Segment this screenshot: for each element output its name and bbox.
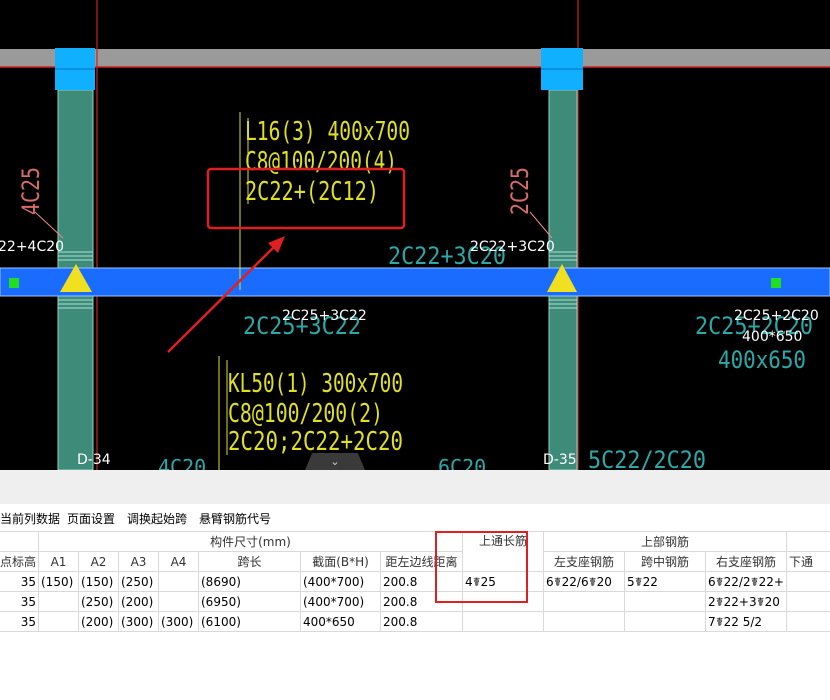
- cell[interactable]: [624, 591, 706, 612]
- table-row[interactable]: 35 (200) (300) (300) (6100) 400*650 200.…: [0, 611, 830, 632]
- cell[interactable]: [158, 571, 199, 592]
- cell[interactable]: [786, 591, 830, 612]
- cell[interactable]: [158, 591, 199, 612]
- cad-drawing: L16(3) 400x700 C8@100/200(4) 2C22+(2C12)…: [0, 0, 830, 470]
- col-right-support: 右支座钢筋: [705, 551, 787, 572]
- cell[interactable]: 200.8: [380, 591, 463, 612]
- header-component-size: 构件尺寸(mm): [38, 531, 463, 552]
- cell[interactable]: 35: [0, 591, 39, 612]
- cell[interactable]: 35: [0, 571, 39, 592]
- bottom-mid2-label: 6C20: [438, 455, 486, 470]
- col-a3: A3: [118, 551, 159, 572]
- cell[interactable]: 200.8: [380, 611, 463, 632]
- cell[interactable]: (6950): [198, 591, 301, 612]
- beam-bottom-line1: KL50(1) 300x700: [228, 369, 403, 399]
- cell[interactable]: (6100): [198, 611, 301, 632]
- axis-left-label: D-34: [77, 452, 111, 468]
- beam-top-line3: 2C22+(2C12): [245, 177, 379, 207]
- left-vertical-label: 4C25: [17, 167, 45, 215]
- col-section: 截面(B*H): [300, 551, 381, 572]
- cell[interactable]: [38, 591, 79, 612]
- beam-top-line2: C8@100/200(4): [245, 147, 397, 177]
- cell-top-through[interactable]: [462, 611, 544, 632]
- cell[interactable]: (250): [78, 591, 119, 612]
- rebar-table: 构件尺寸(mm) 上通长筋 上部钢筋 点标高 A1 A2 A3 A4 跨长 截面…: [0, 531, 830, 632]
- cell[interactable]: [543, 611, 625, 632]
- right-section-label: 400*650: [742, 329, 802, 345]
- cad-drawing-canvas[interactable]: L16(3) 400x700 C8@100/200(4) 2C22+(2C12)…: [0, 0, 830, 470]
- col-span-length: 跨长: [198, 551, 301, 572]
- header-blank-b: [786, 531, 830, 552]
- cell[interactable]: (200): [78, 611, 119, 632]
- toolbar-page-settings[interactable]: 页面设置: [67, 510, 115, 527]
- gray-beam-band: [0, 49, 830, 67]
- cell[interactable]: (8690): [198, 571, 301, 592]
- cell[interactable]: 6☤22/2☤22+: [705, 571, 787, 592]
- cell[interactable]: [543, 591, 625, 612]
- cell[interactable]: 7☤22 5/2: [705, 611, 787, 632]
- beam-top-line1: L16(3) 400x700: [245, 117, 410, 147]
- cell[interactable]: (400*700): [300, 571, 381, 592]
- cell[interactable]: (150): [38, 571, 79, 592]
- header-blank-a: [0, 531, 39, 552]
- col-elevation: 点标高: [0, 551, 39, 572]
- cell-top-through[interactable]: 4☤25: [462, 571, 544, 592]
- toolbar-swap-start-span[interactable]: 调换起始跨: [127, 510, 187, 527]
- axis-right-label: D-35: [543, 452, 577, 468]
- cell[interactable]: [38, 611, 79, 632]
- col-a2: A2: [78, 551, 119, 572]
- cell[interactable]: (400*700): [300, 591, 381, 612]
- cell[interactable]: [786, 611, 830, 632]
- bottom-right-label: 5C22/2C20: [588, 446, 706, 470]
- col-left-support: 左支座钢筋: [543, 551, 625, 572]
- cell-top-through[interactable]: [462, 591, 544, 612]
- col-a4: A4: [158, 551, 199, 572]
- table-row[interactable]: 35 (150) (150) (250) (8690) (400*700) 20…: [0, 571, 830, 592]
- cell[interactable]: (200): [118, 591, 159, 612]
- cell[interactable]: 200.8: [380, 571, 463, 592]
- panel-splitter[interactable]: [0, 470, 830, 504]
- cell[interactable]: 2☤22+3☤20: [705, 591, 787, 612]
- table-toolbar: 当前列数据 页面设置 调换起始跨 悬臂钢筋代号: [0, 504, 830, 530]
- cell[interactable]: (250): [118, 571, 159, 592]
- grip-marker-right[interactable]: [771, 278, 781, 288]
- mid-support-label: 2C22+3C20: [470, 239, 555, 255]
- beam-bottom-line2: C8@100/200(2): [228, 399, 383, 429]
- header-top-through: 上通长筋: [462, 531, 544, 572]
- header-top-rebar: 上部钢筋: [543, 531, 787, 552]
- bottom-mid-label: 4C20: [158, 455, 206, 470]
- col-bottom-through: 下通: [786, 551, 830, 572]
- cell[interactable]: 6☤22/6☤20: [543, 571, 625, 592]
- cell[interactable]: 400*650: [300, 611, 381, 632]
- selected-beam[interactable]: [0, 267, 830, 297]
- beam-bottom-line3: 2C20;2C22+2C20: [228, 427, 403, 457]
- right-section-shadow-label: 400x650: [718, 346, 806, 374]
- cell[interactable]: (150): [78, 571, 119, 592]
- cell[interactable]: 35: [0, 611, 39, 632]
- right-span-label: 2C25+2C20: [734, 308, 819, 324]
- below-left-label: 2C25+3C22: [282, 308, 367, 324]
- grip-marker-left[interactable]: [9, 278, 19, 288]
- col-a1: A1: [38, 551, 79, 572]
- cell[interactable]: [786, 571, 830, 592]
- right-vertical-label: 2C25: [506, 167, 534, 215]
- table-row[interactable]: 35 (250) (200) (6950) (400*700) 200.8 2☤…: [0, 591, 830, 612]
- cell[interactable]: 5☤22: [624, 571, 706, 592]
- cell[interactable]: (300): [118, 611, 159, 632]
- cell[interactable]: (300): [158, 611, 199, 632]
- toolbar-current-column-data[interactable]: 当前列数据: [0, 510, 60, 527]
- left-support-label: 22+4C20: [0, 239, 64, 255]
- col-left-edge-distance: 距左边线距离: [380, 551, 463, 572]
- toolbar-cantilever-code[interactable]: 悬臂钢筋代号: [199, 510, 271, 527]
- collapse-panel-button[interactable]: ⌄: [305, 453, 365, 470]
- cell[interactable]: [624, 611, 706, 632]
- col-mid-span: 跨中钢筋: [624, 551, 706, 572]
